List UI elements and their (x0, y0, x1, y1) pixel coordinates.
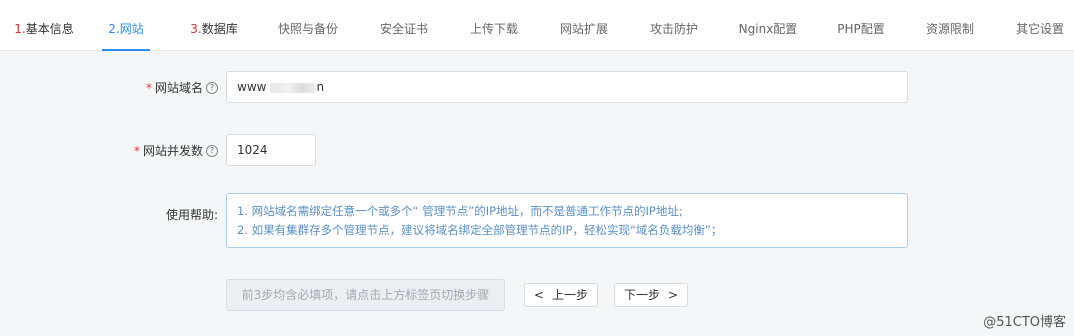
chevron-left-icon: < (533, 288, 545, 302)
tab-ssl-certificate[interactable]: 安全证书 (372, 0, 436, 50)
tab-label: 数据库 (201, 22, 238, 36)
help-box: 1. 网站域名需绑定任意一个或多个“ 管理节点”的IP地址，而不是普通工作节点的… (226, 193, 908, 248)
prev-step-button[interactable]: < 上一步 (524, 283, 598, 307)
help-label: 使用帮助: (165, 208, 218, 222)
redacted-mask (270, 82, 317, 93)
tab-attack-protection[interactable]: 攻击防护 (642, 0, 706, 50)
tab-number: 2. (108, 22, 120, 36)
tab-upload-download[interactable]: 上传下载 (462, 0, 526, 50)
domain-input[interactable]: www n (226, 71, 908, 103)
chevron-right-icon: > (667, 288, 679, 302)
required-mark: * (145, 81, 152, 95)
domain-label: * 网站域名? (146, 79, 218, 96)
concurrency-label: * 网站并发数? (134, 142, 218, 159)
tab-database[interactable]: 3.数据库 (184, 0, 244, 50)
tab-snapshot-backup[interactable]: 快照与备份 (270, 0, 346, 50)
required-mark: * (133, 144, 140, 158)
help-line: 1. 网站域名需绑定任意一个或多个“ 管理节点”的IP地址，而不是普通工作节点的… (237, 204, 683, 218)
required-steps-button[interactable]: 前3步均含必填项，请点击上方标签页切换步骤 (226, 279, 505, 311)
tab-label: 基本信息 (25, 22, 74, 36)
domain-label-text: 网站域名 (154, 81, 203, 95)
concurrency-input[interactable]: 1024 (226, 134, 316, 166)
tab-other-settings[interactable]: 其它设置 (1008, 0, 1072, 50)
tab-basic-info[interactable]: 1.基本信息 (8, 0, 80, 50)
tab-resource-limit[interactable]: 资源限制 (918, 0, 982, 50)
prev-step-label: 上一步 (552, 288, 589, 302)
tab-website[interactable]: 2.网站 (100, 0, 152, 51)
tab-number: 1. (14, 22, 26, 36)
watermark: @51CTO博客 (983, 315, 1066, 330)
tab-php-config[interactable]: PHP配置 (830, 0, 892, 50)
tab-bar: 1.基本信息 2.网站 3.数据库 快照与备份 安全证书 上传下载 网站扩展 攻… (0, 0, 1074, 51)
next-step-button[interactable]: 下一步 > (614, 283, 688, 307)
help-line: 2. 如果有集群存多个管理节点，建议将域名绑定全部管理节点的IP，轻松实现“域名… (237, 223, 723, 237)
help-circle-icon[interactable]: ? (206, 144, 218, 157)
domain-value-prefix: www (237, 80, 267, 94)
concurrency-label-text: 网站并发数 (142, 144, 203, 158)
next-step-label: 下一步 (623, 288, 660, 302)
help-circle-icon[interactable]: ? (206, 81, 218, 94)
tab-site-extension[interactable]: 网站扩展 (552, 0, 616, 50)
tab-label: 网站 (119, 22, 144, 36)
tab-nginx-config[interactable]: Nginx配置 (732, 0, 804, 50)
domain-value-suffix: n (316, 80, 325, 94)
tab-number: 3. (190, 22, 202, 36)
